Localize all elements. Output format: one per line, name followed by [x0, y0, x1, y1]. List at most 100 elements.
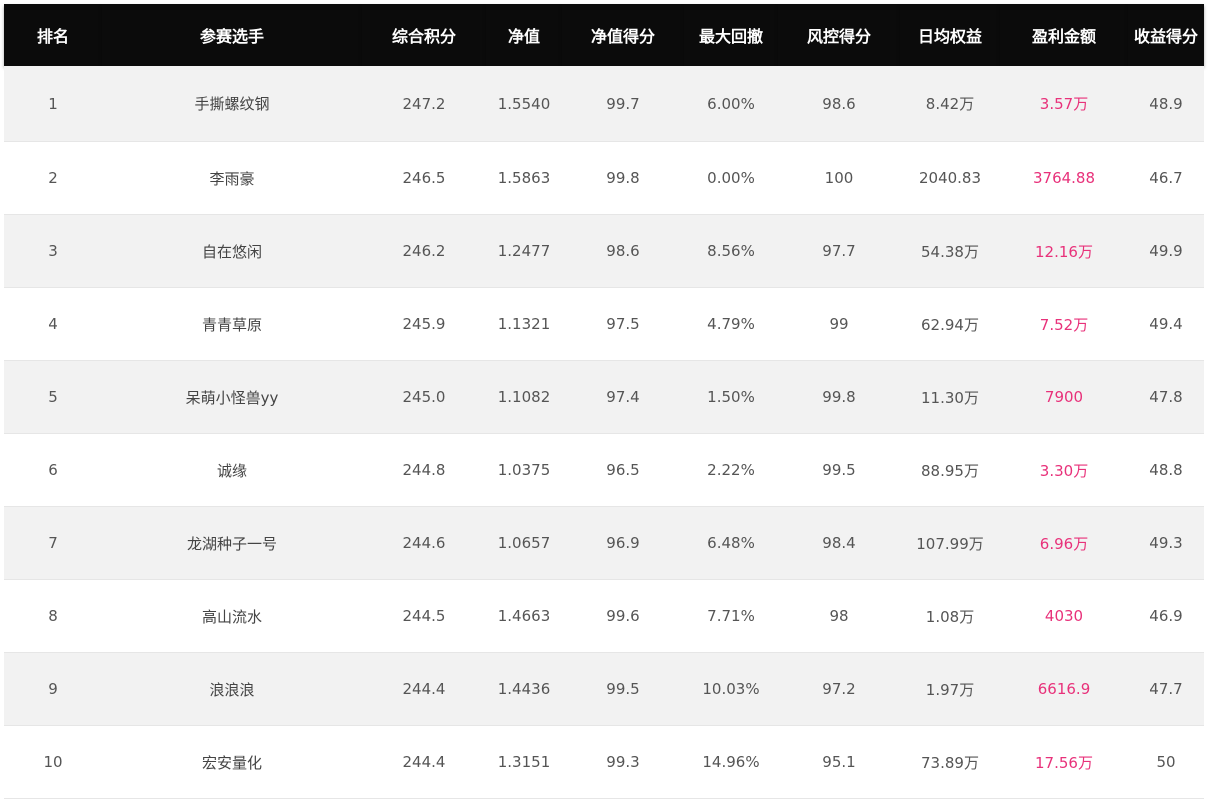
header-total-score[interactable]: 综合积分 [362, 4, 486, 66]
ranking-board: 排名 参赛选手 综合积分 净值 净值得分 最大回撤 风控得分 日均权益 盈利金额… [4, 4, 1204, 799]
table-body: 1 手撕螺纹钢 247.2 1.5540 99.7 6.00% 98.6 8.42万 3.57万… [4, 66, 1204, 799]
header-rank[interactable]: 排名 [4, 4, 102, 66]
max-drawdown-cell: 0.00% [684, 141, 778, 215]
total-score-cell: 245.9 [362, 287, 486, 361]
net-value-score-cell: 96.9 [562, 506, 684, 580]
net-value-score-cell: 96.5 [562, 433, 684, 507]
daily-equity-cell: 107.99万 [900, 506, 1000, 580]
player-name-cell: 龙湖种子一号 [102, 506, 362, 580]
header-return-score[interactable]: 收益得分 [1128, 4, 1204, 66]
net-value-score-cell: 99.5 [562, 652, 684, 726]
net-value-score-cell: 99.3 [562, 725, 684, 799]
total-score-cell: 244.5 [362, 579, 486, 653]
rank-cell: 8 [4, 579, 102, 653]
table-row[interactable]: 3 自在悠闲 246.2 1.2477 98.6 8.56% 97.7 54.38万 12.16… [4, 214, 1204, 288]
profit-cell: 6.96万 [1000, 506, 1128, 580]
player-name-cell: 自在悠闲 [102, 214, 362, 288]
daily-equity-cell: 11.30万 [900, 360, 1000, 434]
profit-cell: 3.57万 [1000, 66, 1128, 142]
table-row[interactable]: 1 手撕螺纹钢 247.2 1.5540 99.7 6.00% 98.6 8.42万 3.57万… [4, 66, 1204, 142]
risk-score-cell: 99.5 [778, 433, 900, 507]
total-score-cell: 244.6 [362, 506, 486, 580]
rank-cell: 3 [4, 214, 102, 288]
player-name-cell: 浪浪浪 [102, 652, 362, 726]
risk-score-cell: 100 [778, 141, 900, 215]
table-row[interactable]: 2 李雨豪 246.5 1.5863 99.8 0.00% 100 2040.83 3764.8… [4, 141, 1204, 215]
table-row[interactable]: 10 宏安量化 244.4 1.3151 99.3 14.96% 95.1 73.89万 17.… [4, 725, 1204, 799]
rank-cell: 6 [4, 433, 102, 507]
profit-cell: 3.30万 [1000, 433, 1128, 507]
table-row[interactable]: 9 浪浪浪 244.4 1.4436 99.5 10.03% 97.2 1.97万 6616.9… [4, 652, 1204, 726]
header-net-value-score[interactable]: 净值得分 [562, 4, 684, 66]
return-score-cell: 49.3 [1128, 506, 1204, 580]
net-value-cell: 1.2477 [486, 214, 562, 288]
header-daily-equity[interactable]: 日均权益 [900, 4, 1000, 66]
max-drawdown-cell: 14.96% [684, 725, 778, 799]
net-value-cell: 1.0657 [486, 506, 562, 580]
risk-score-cell: 98.4 [778, 506, 900, 580]
table-row[interactable]: 7 龙湖种子一号 244.6 1.0657 96.9 6.48% 98.4 107.99万 6.… [4, 506, 1204, 580]
net-value-score-cell: 99.8 [562, 141, 684, 215]
profit-cell: 7.52万 [1000, 287, 1128, 361]
player-name-cell: 宏安量化 [102, 725, 362, 799]
net-value-cell: 1.0375 [486, 433, 562, 507]
player-name-cell: 青青草原 [102, 287, 362, 361]
net-value-cell: 1.1082 [486, 360, 562, 434]
return-score-cell: 48.8 [1128, 433, 1204, 507]
daily-equity-cell: 88.95万 [900, 433, 1000, 507]
ranking-table: 排名 参赛选手 综合积分 净值 净值得分 最大回撤 风控得分 日均权益 盈利金额… [4, 4, 1204, 799]
player-name-cell: 李雨豪 [102, 141, 362, 215]
return-score-cell: 48.9 [1128, 66, 1204, 142]
table-row[interactable]: 8 高山流水 244.5 1.4663 99.6 7.71% 98 1.08万 4030 46.9 [4, 579, 1204, 653]
return-score-cell: 50 [1128, 725, 1204, 799]
max-drawdown-cell: 1.50% [684, 360, 778, 434]
return-score-cell: 49.9 [1128, 214, 1204, 288]
table-row[interactable]: 5 呆萌小怪兽yy 245.0 1.1082 97.4 1.50% 99.8 11.30万 79… [4, 360, 1204, 434]
return-score-cell: 49.4 [1128, 287, 1204, 361]
daily-equity-cell: 8.42万 [900, 66, 1000, 142]
rank-cell: 4 [4, 287, 102, 361]
max-drawdown-cell: 2.22% [684, 433, 778, 507]
header-risk-score[interactable]: 风控得分 [778, 4, 900, 66]
risk-score-cell: 98.6 [778, 66, 900, 142]
rank-cell: 9 [4, 652, 102, 726]
risk-score-cell: 99.8 [778, 360, 900, 434]
profit-cell: 4030 [1000, 579, 1128, 653]
header-max-drawdown[interactable]: 最大回撤 [684, 4, 778, 66]
daily-equity-cell: 54.38万 [900, 214, 1000, 288]
max-drawdown-cell: 8.56% [684, 214, 778, 288]
net-value-cell: 1.5863 [486, 141, 562, 215]
profit-cell: 12.16万 [1000, 214, 1128, 288]
profit-cell: 3764.88 [1000, 141, 1128, 215]
return-score-cell: 47.8 [1128, 360, 1204, 434]
rank-cell: 1 [4, 66, 102, 142]
table-row[interactable]: 6 诚缘 244.8 1.0375 96.5 2.22% 99.5 88.95万 3.30万 48… [4, 433, 1204, 507]
daily-equity-cell: 1.97万 [900, 652, 1000, 726]
net-value-cell: 1.1321 [486, 287, 562, 361]
rank-cell: 10 [4, 725, 102, 799]
table-header: 排名 参赛选手 综合积分 净值 净值得分 最大回撤 风控得分 日均权益 盈利金额… [4, 4, 1204, 66]
table-row[interactable]: 4 青青草原 245.9 1.1321 97.5 4.79% 99 62.94万 7.52万 49… [4, 287, 1204, 361]
max-drawdown-cell: 7.71% [684, 579, 778, 653]
net-value-cell: 1.5540 [486, 66, 562, 142]
rank-cell: 7 [4, 506, 102, 580]
net-value-cell: 1.3151 [486, 725, 562, 799]
player-name-cell: 呆萌小怪兽yy [102, 360, 362, 434]
header-row: 排名 参赛选手 综合积分 净值 净值得分 最大回撤 风控得分 日均权益 盈利金额… [4, 4, 1204, 66]
net-value-score-cell: 97.5 [562, 287, 684, 361]
total-score-cell: 246.2 [362, 214, 486, 288]
max-drawdown-cell: 10.03% [684, 652, 778, 726]
daily-equity-cell: 1.08万 [900, 579, 1000, 653]
header-profit[interactable]: 盈利金额 [1000, 4, 1128, 66]
net-value-cell: 1.4436 [486, 652, 562, 726]
total-score-cell: 246.5 [362, 141, 486, 215]
net-value-score-cell: 97.4 [562, 360, 684, 434]
player-name-cell: 诚缘 [102, 433, 362, 507]
risk-score-cell: 97.2 [778, 652, 900, 726]
header-net-value[interactable]: 净值 [486, 4, 562, 66]
header-player[interactable]: 参赛选手 [102, 4, 362, 66]
max-drawdown-cell: 6.48% [684, 506, 778, 580]
net-value-score-cell: 99.6 [562, 579, 684, 653]
return-score-cell: 46.7 [1128, 141, 1204, 215]
total-score-cell: 247.2 [362, 66, 486, 142]
